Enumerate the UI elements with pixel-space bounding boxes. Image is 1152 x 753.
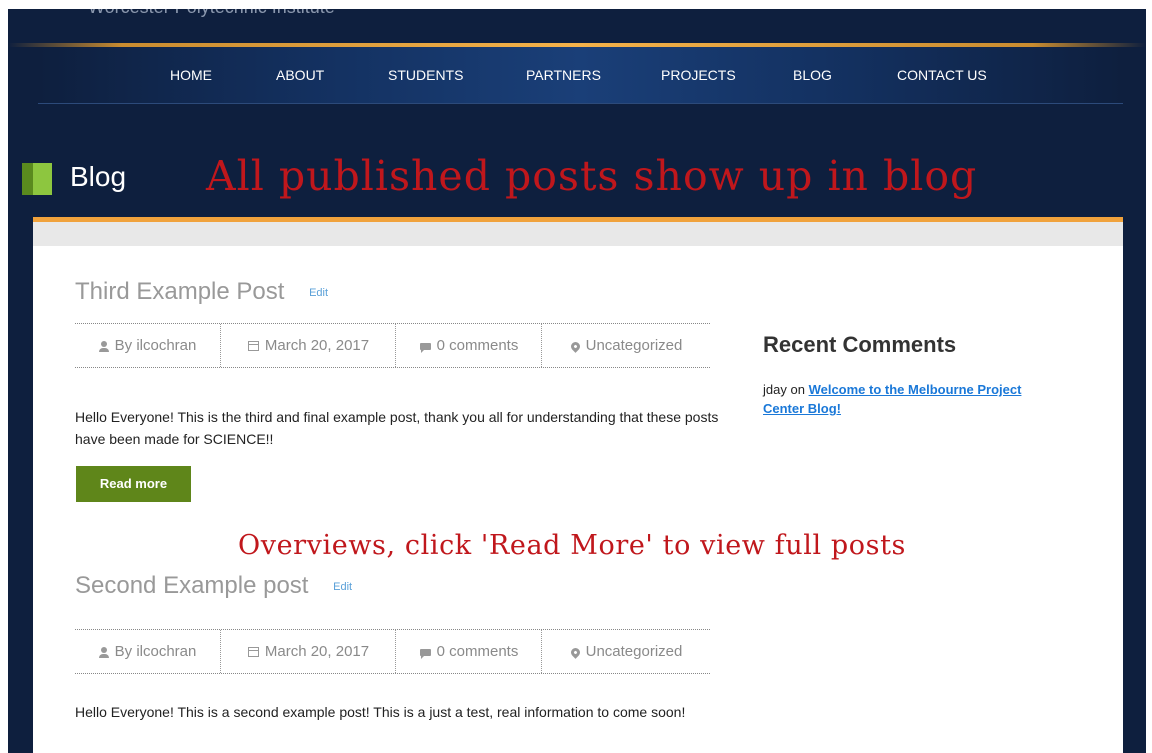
author-text: By ilcochran: [114, 337, 197, 354]
nav-blog[interactable]: BLOG: [793, 67, 832, 83]
nav-students[interactable]: STUDENTS: [388, 67, 463, 83]
screenshot-border-left: [0, 0, 8, 753]
user-icon: [98, 340, 109, 352]
org-name: Worcester Polytechnic Institute: [88, 9, 335, 18]
meta-date: March 20, 2017: [220, 630, 396, 673]
read-more-button[interactable]: Read more: [76, 466, 191, 502]
comment-connector: on: [790, 382, 805, 397]
author-text: By ilcochran: [114, 643, 197, 660]
meta-comments[interactable]: 0 comments: [395, 324, 542, 367]
meta-date: March 20, 2017: [220, 324, 396, 367]
meta-author: By ilcochran: [75, 324, 220, 367]
post-excerpt-2: Hello Everyone! This is a second example…: [75, 704, 686, 720]
nav-about[interactable]: ABOUT: [276, 67, 324, 83]
meta-author: By ilcochran: [75, 630, 220, 673]
location-pin-icon: [568, 645, 582, 659]
post-title-link[interactable]: Third Example Post: [75, 278, 284, 305]
meta-comments[interactable]: 0 comments: [395, 630, 542, 673]
calendar-icon: [247, 341, 259, 352]
post-meta-2: By ilcochran March 20, 2017 0 comments U…: [75, 629, 710, 674]
annotation-overviews: Overviews, click 'Read More' to view ful…: [238, 530, 906, 561]
screenshot-border-top: [0, 0, 1152, 9]
comments-text: 0 comments: [436, 337, 519, 354]
post-excerpt-1: Hello Everyone! This is the third and fi…: [75, 409, 719, 447]
comment-icon: [419, 648, 431, 659]
main-navigation: HOME ABOUT STUDENTS PARTNERS PROJECTS BL…: [38, 47, 1123, 104]
nav-projects[interactable]: PROJECTS: [661, 67, 736, 83]
screenshot-border-right: [1146, 0, 1152, 753]
category-text: Uncategorized: [585, 337, 683, 354]
title-accent-light: [33, 163, 52, 195]
nav-partners[interactable]: PARTNERS: [526, 67, 601, 83]
date-text: March 20, 2017: [264, 643, 370, 660]
date-text: March 20, 2017: [264, 337, 370, 354]
content-top-strip: [33, 222, 1123, 246]
annotation-published-posts: All published posts show up in blog: [206, 152, 978, 200]
post-title-link[interactable]: Second Example post: [75, 572, 308, 599]
calendar-icon: [247, 647, 259, 658]
recent-comment-item: jday on Welcome to the Melbourne Project…: [763, 380, 1063, 418]
location-pin-icon: [568, 339, 582, 353]
site-container: Worcester Polytechnic Institute HOME ABO…: [8, 9, 1146, 753]
comment-icon: [419, 342, 431, 353]
main-content: Third Example Post Edit By ilcochran Mar…: [33, 222, 1123, 753]
edit-link[interactable]: Edit: [309, 287, 328, 299]
page-title: Blog: [70, 161, 127, 192]
user-icon: [98, 646, 109, 658]
nav-home[interactable]: HOME: [170, 67, 212, 83]
title-accent-dark: [22, 163, 33, 195]
edit-link[interactable]: Edit: [333, 581, 352, 593]
recent-comments-title: Recent Comments: [763, 332, 957, 357]
meta-category[interactable]: Uncategorized: [541, 324, 711, 367]
post-title-1: Third Example Post Edit: [75, 278, 328, 306]
comment-author: jday: [763, 382, 787, 397]
nav-contact-us[interactable]: CONTACT US: [897, 67, 987, 83]
category-text: Uncategorized: [585, 643, 683, 660]
post-title-2: Second Example post Edit: [75, 572, 352, 600]
post-meta-1: By ilcochran March 20, 2017 0 comments U…: [75, 323, 710, 368]
comments-text: 0 comments: [436, 643, 519, 660]
meta-category[interactable]: Uncategorized: [541, 630, 711, 673]
